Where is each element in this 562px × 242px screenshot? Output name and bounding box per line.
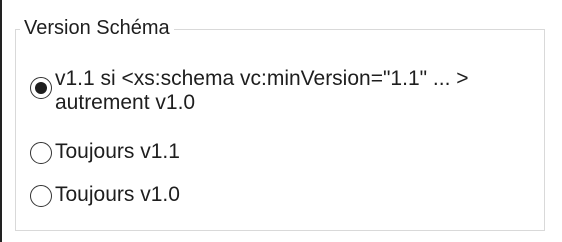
radio-dot-icon bbox=[35, 82, 47, 94]
radio-option-always-v10[interactable]: Toujours v1.0 bbox=[30, 183, 180, 207]
radio-selected-icon[interactable] bbox=[30, 77, 52, 99]
radio-option-label: v1.1 si <xs:schema vc:minVersion="1.1" .… bbox=[55, 67, 469, 114]
radio-option-always-v11[interactable]: Toujours v1.1 bbox=[30, 140, 180, 164]
window-left-border bbox=[0, 0, 2, 242]
radio-unselected-icon[interactable] bbox=[30, 185, 52, 207]
radio-unselected-icon[interactable] bbox=[30, 142, 52, 164]
radio-option-label: Toujours v1.1 bbox=[55, 140, 180, 163]
radio-option-conditional[interactable]: v1.1 si <xs:schema vc:minVersion="1.1" .… bbox=[30, 67, 469, 115]
radio-option-label: Toujours v1.0 bbox=[55, 183, 180, 206]
groupbox-title: Version Schéma bbox=[20, 15, 174, 41]
